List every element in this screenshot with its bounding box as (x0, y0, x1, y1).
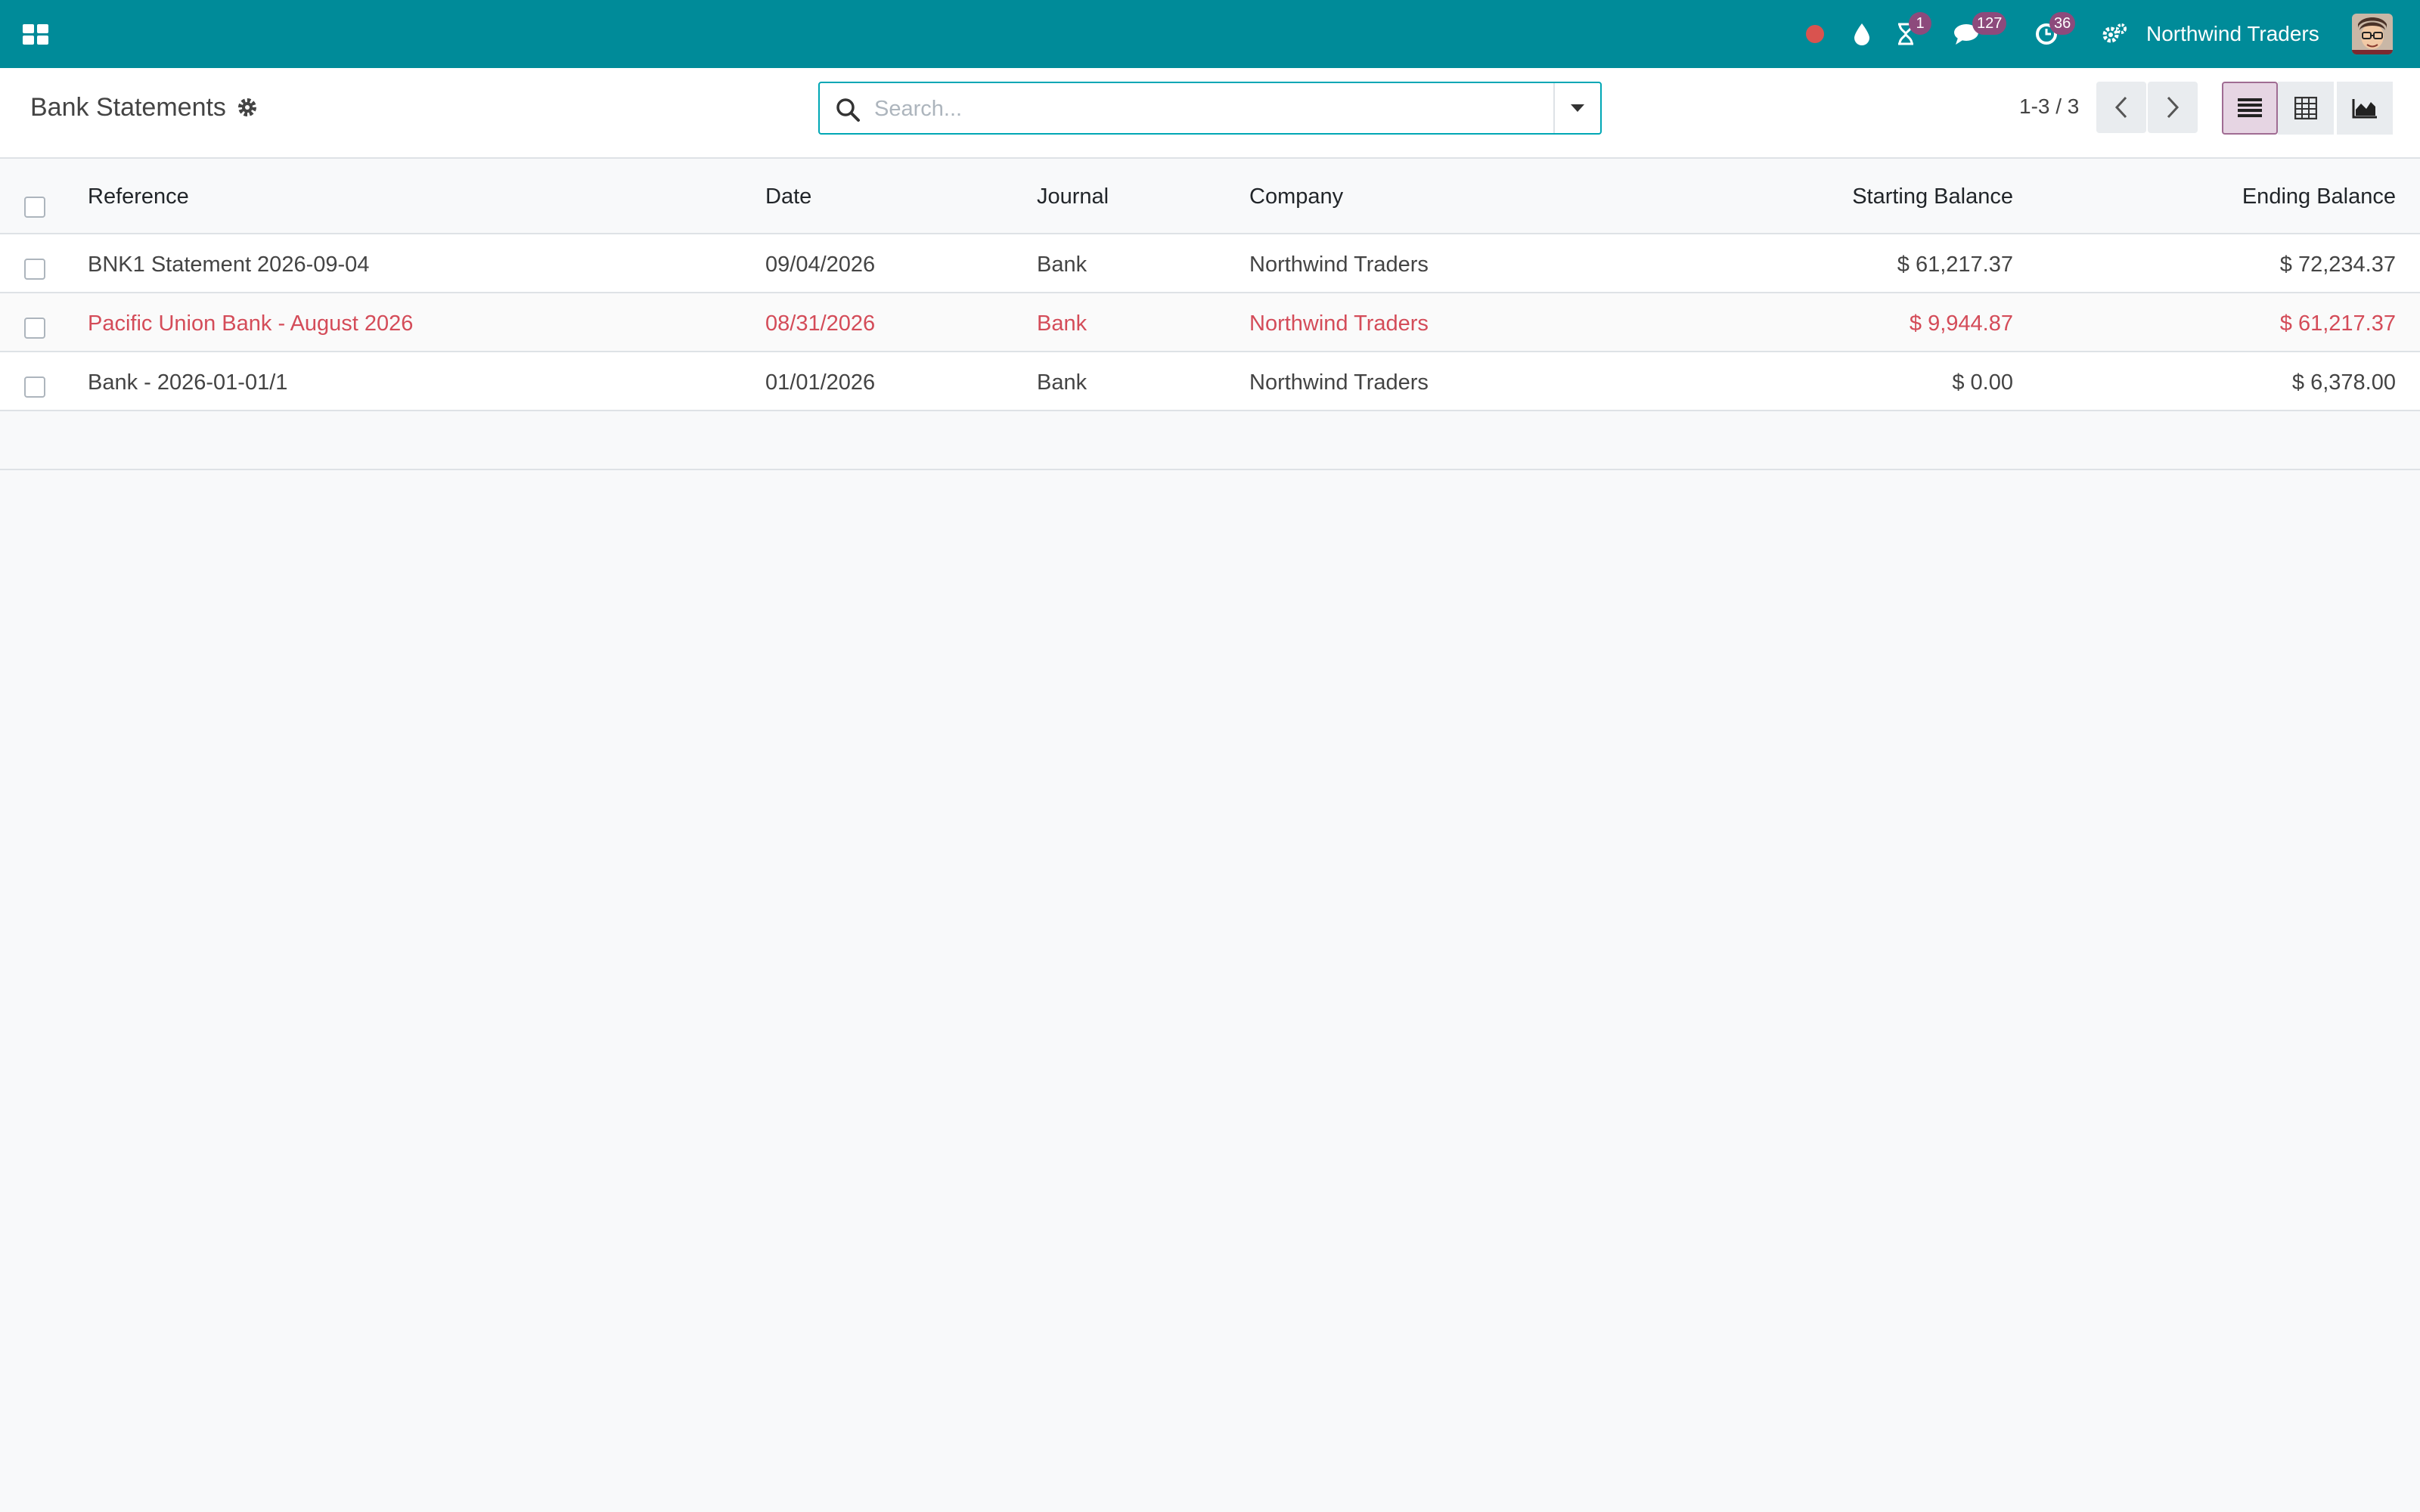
empty-table-row (0, 411, 2420, 470)
cell-journal: Bank (1037, 370, 1087, 395)
column-header-ending-balance[interactable]: Ending Balance (2242, 184, 2396, 209)
search-input[interactable] (873, 89, 1526, 129)
bank-statements-list: Reference Date Journal Company Starting … (0, 159, 2420, 470)
cell-starting-balance: $ 0.00 (1952, 370, 2013, 395)
row-checkbox-cell (24, 376, 45, 398)
column-header-company[interactable]: Company (1249, 184, 1343, 209)
caret-down-icon (1571, 104, 1584, 112)
list-view-button[interactable] (2222, 82, 2278, 135)
column-header-journal[interactable]: Journal (1037, 184, 1109, 209)
apps-menu-button[interactable] (21, 20, 50, 48)
activities-badge: 1 (1909, 12, 1931, 35)
top-navbar: 1 127 36 Northwind Traders (0, 0, 2420, 68)
cell-journal: Bank (1037, 311, 1087, 336)
control-panel: Bank Statements 1-3 / 3 (0, 68, 2420, 159)
pager-previous-button[interactable] (2096, 82, 2146, 133)
row-checkbox[interactable] (24, 318, 45, 339)
search-icon (836, 98, 860, 122)
graph-view-button[interactable] (2337, 82, 2393, 135)
gear-icon (237, 98, 256, 116)
chevron-right-icon (2167, 96, 2180, 119)
cell-reference: Pacific Union Bank - August 2026 (88, 311, 414, 336)
cell-ending-balance: $ 72,234.37 (2279, 253, 2396, 277)
cell-ending-balance: $ 6,378.00 (2291, 370, 2396, 395)
red-dot-icon (1806, 25, 1824, 43)
search-bar (818, 82, 1602, 135)
row-checkbox[interactable] (24, 259, 45, 280)
cell-reference: Bank - 2026-01-01/1 (88, 370, 288, 395)
table-row[interactable]: Pacific Union Bank - August 2026 08/31/2… (0, 293, 2420, 352)
pivot-table-icon (2294, 97, 2317, 119)
column-header-date[interactable]: Date (765, 184, 811, 209)
timer-badge: 36 (2049, 12, 2076, 35)
activities-button[interactable]: 1 (1891, 0, 1931, 68)
page-title: Bank Statements (30, 92, 226, 122)
select-all-checkbox[interactable] (24, 197, 45, 218)
select-all-checkbox-cell (24, 197, 45, 218)
water-drop-icon (1854, 23, 1869, 45)
cell-reference: BNK1 Statement 2026-09-04 (88, 253, 370, 277)
table-header: Reference Date Journal Company Starting … (0, 159, 2420, 234)
cell-company: Northwind Traders (1249, 253, 1429, 277)
search-options-toggle[interactable] (1553, 83, 1600, 133)
row-checkbox[interactable] (24, 376, 45, 398)
company-switcher[interactable]: Northwind Traders (2146, 0, 2319, 68)
pager-next-button[interactable] (2148, 82, 2198, 133)
pager-value[interactable]: 1-3 / 3 (2019, 82, 2079, 132)
recording-indicator[interactable] (1801, 0, 1829, 68)
avatar-image-icon (2352, 14, 2393, 54)
area-chart-icon (2352, 99, 2377, 119)
breadcrumb: Bank Statements (30, 68, 259, 147)
drop-button[interactable] (1848, 0, 1876, 68)
settings-button[interactable] (2099, 0, 2130, 68)
row-checkbox-cell (24, 318, 45, 339)
cell-journal: Bank (1037, 253, 1087, 277)
cell-date: 08/31/2026 (765, 311, 876, 336)
timer-button[interactable]: 36 (2031, 0, 2076, 68)
list-view-icon (2238, 98, 2262, 117)
apps-grid-icon (23, 24, 48, 45)
table-row[interactable]: Bank - 2026-01-01/1 01/01/2026 Bank Nort… (0, 352, 2420, 411)
actions-gear-button[interactable] (237, 96, 259, 119)
column-header-reference[interactable]: Reference (88, 184, 189, 209)
cell-starting-balance: $ 9,944.87 (1909, 311, 2013, 336)
cell-company: Northwind Traders (1249, 311, 1429, 336)
cell-company: Northwind Traders (1249, 370, 1429, 395)
table-row[interactable]: BNK1 Statement 2026-09-04 09/04/2026 Ban… (0, 234, 2420, 293)
messages-badge: 127 (1972, 12, 2007, 35)
cell-starting-balance: $ 61,217.37 (1897, 253, 2013, 277)
chevron-left-icon (2114, 96, 2127, 119)
column-header-starting-balance[interactable]: Starting Balance (1852, 184, 2013, 209)
cell-date: 01/01/2026 (765, 370, 876, 395)
cell-ending-balance: $ 61,217.37 (2279, 311, 2396, 336)
pivot-view-button[interactable] (2278, 82, 2334, 135)
cell-date: 09/04/2026 (765, 253, 876, 277)
gears-icon (2102, 23, 2127, 43)
user-avatar[interactable] (2352, 14, 2393, 54)
row-checkbox-cell (24, 259, 45, 280)
messages-button[interactable]: 127 (1951, 0, 2007, 68)
